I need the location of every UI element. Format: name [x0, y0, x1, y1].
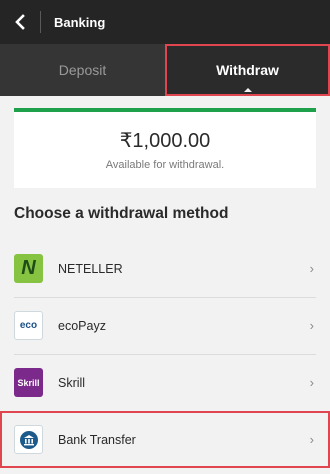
chevron-right-icon: › [309, 375, 314, 390]
method-label: ecoPayz [58, 318, 106, 333]
chevron-right-icon: › [309, 432, 314, 447]
balance-caption: Available for withdrawal. [105, 158, 225, 171]
withdrawal-method-list: N NETELLER › eco ecoPayz › Skrill Skrill… [0, 240, 330, 468]
withdrawable-balance: ₹1,000.00 [119, 129, 211, 152]
back-button[interactable] [0, 0, 40, 44]
method-label: Skrill [58, 375, 86, 390]
section-title: Choose a withdrawal method [14, 205, 229, 222]
method-label: Bank Transfer [58, 432, 136, 447]
ecopayz-icon: eco [14, 311, 43, 340]
tab-withdraw[interactable]: Withdraw [165, 44, 330, 96]
method-ecopayz[interactable]: eco ecoPayz › [0, 297, 330, 354]
method-label: NETELLER [58, 261, 123, 276]
ecopayz-logo-text: eco [19, 320, 38, 331]
active-tab-indicator [243, 88, 252, 92]
banking-tabs: Deposit Withdraw [0, 44, 330, 96]
chevron-right-icon: › [309, 261, 314, 276]
neteller-logo-text: N [21, 257, 36, 279]
balance-card: ₹1,000.00 Available for withdrawal. [14, 108, 316, 188]
app-header: Banking [0, 0, 330, 44]
header-divider [40, 11, 41, 33]
skrill-icon: Skrill [14, 368, 43, 397]
skrill-logo-text: Skrill [17, 377, 40, 388]
tab-withdraw-label: Withdraw [216, 62, 279, 78]
bank-icon [14, 425, 43, 454]
method-bank-transfer[interactable]: Bank Transfer › [0, 411, 330, 468]
bank-building-icon [19, 430, 38, 449]
chevron-right-icon: › [309, 318, 314, 333]
method-neteller[interactable]: N NETELLER › [0, 240, 330, 297]
neteller-icon: N [14, 254, 43, 283]
chevron-left-icon [15, 14, 25, 30]
page-title: Banking [54, 14, 106, 30]
tab-deposit[interactable]: Deposit [0, 44, 165, 96]
method-skrill[interactable]: Skrill Skrill › [0, 354, 330, 411]
